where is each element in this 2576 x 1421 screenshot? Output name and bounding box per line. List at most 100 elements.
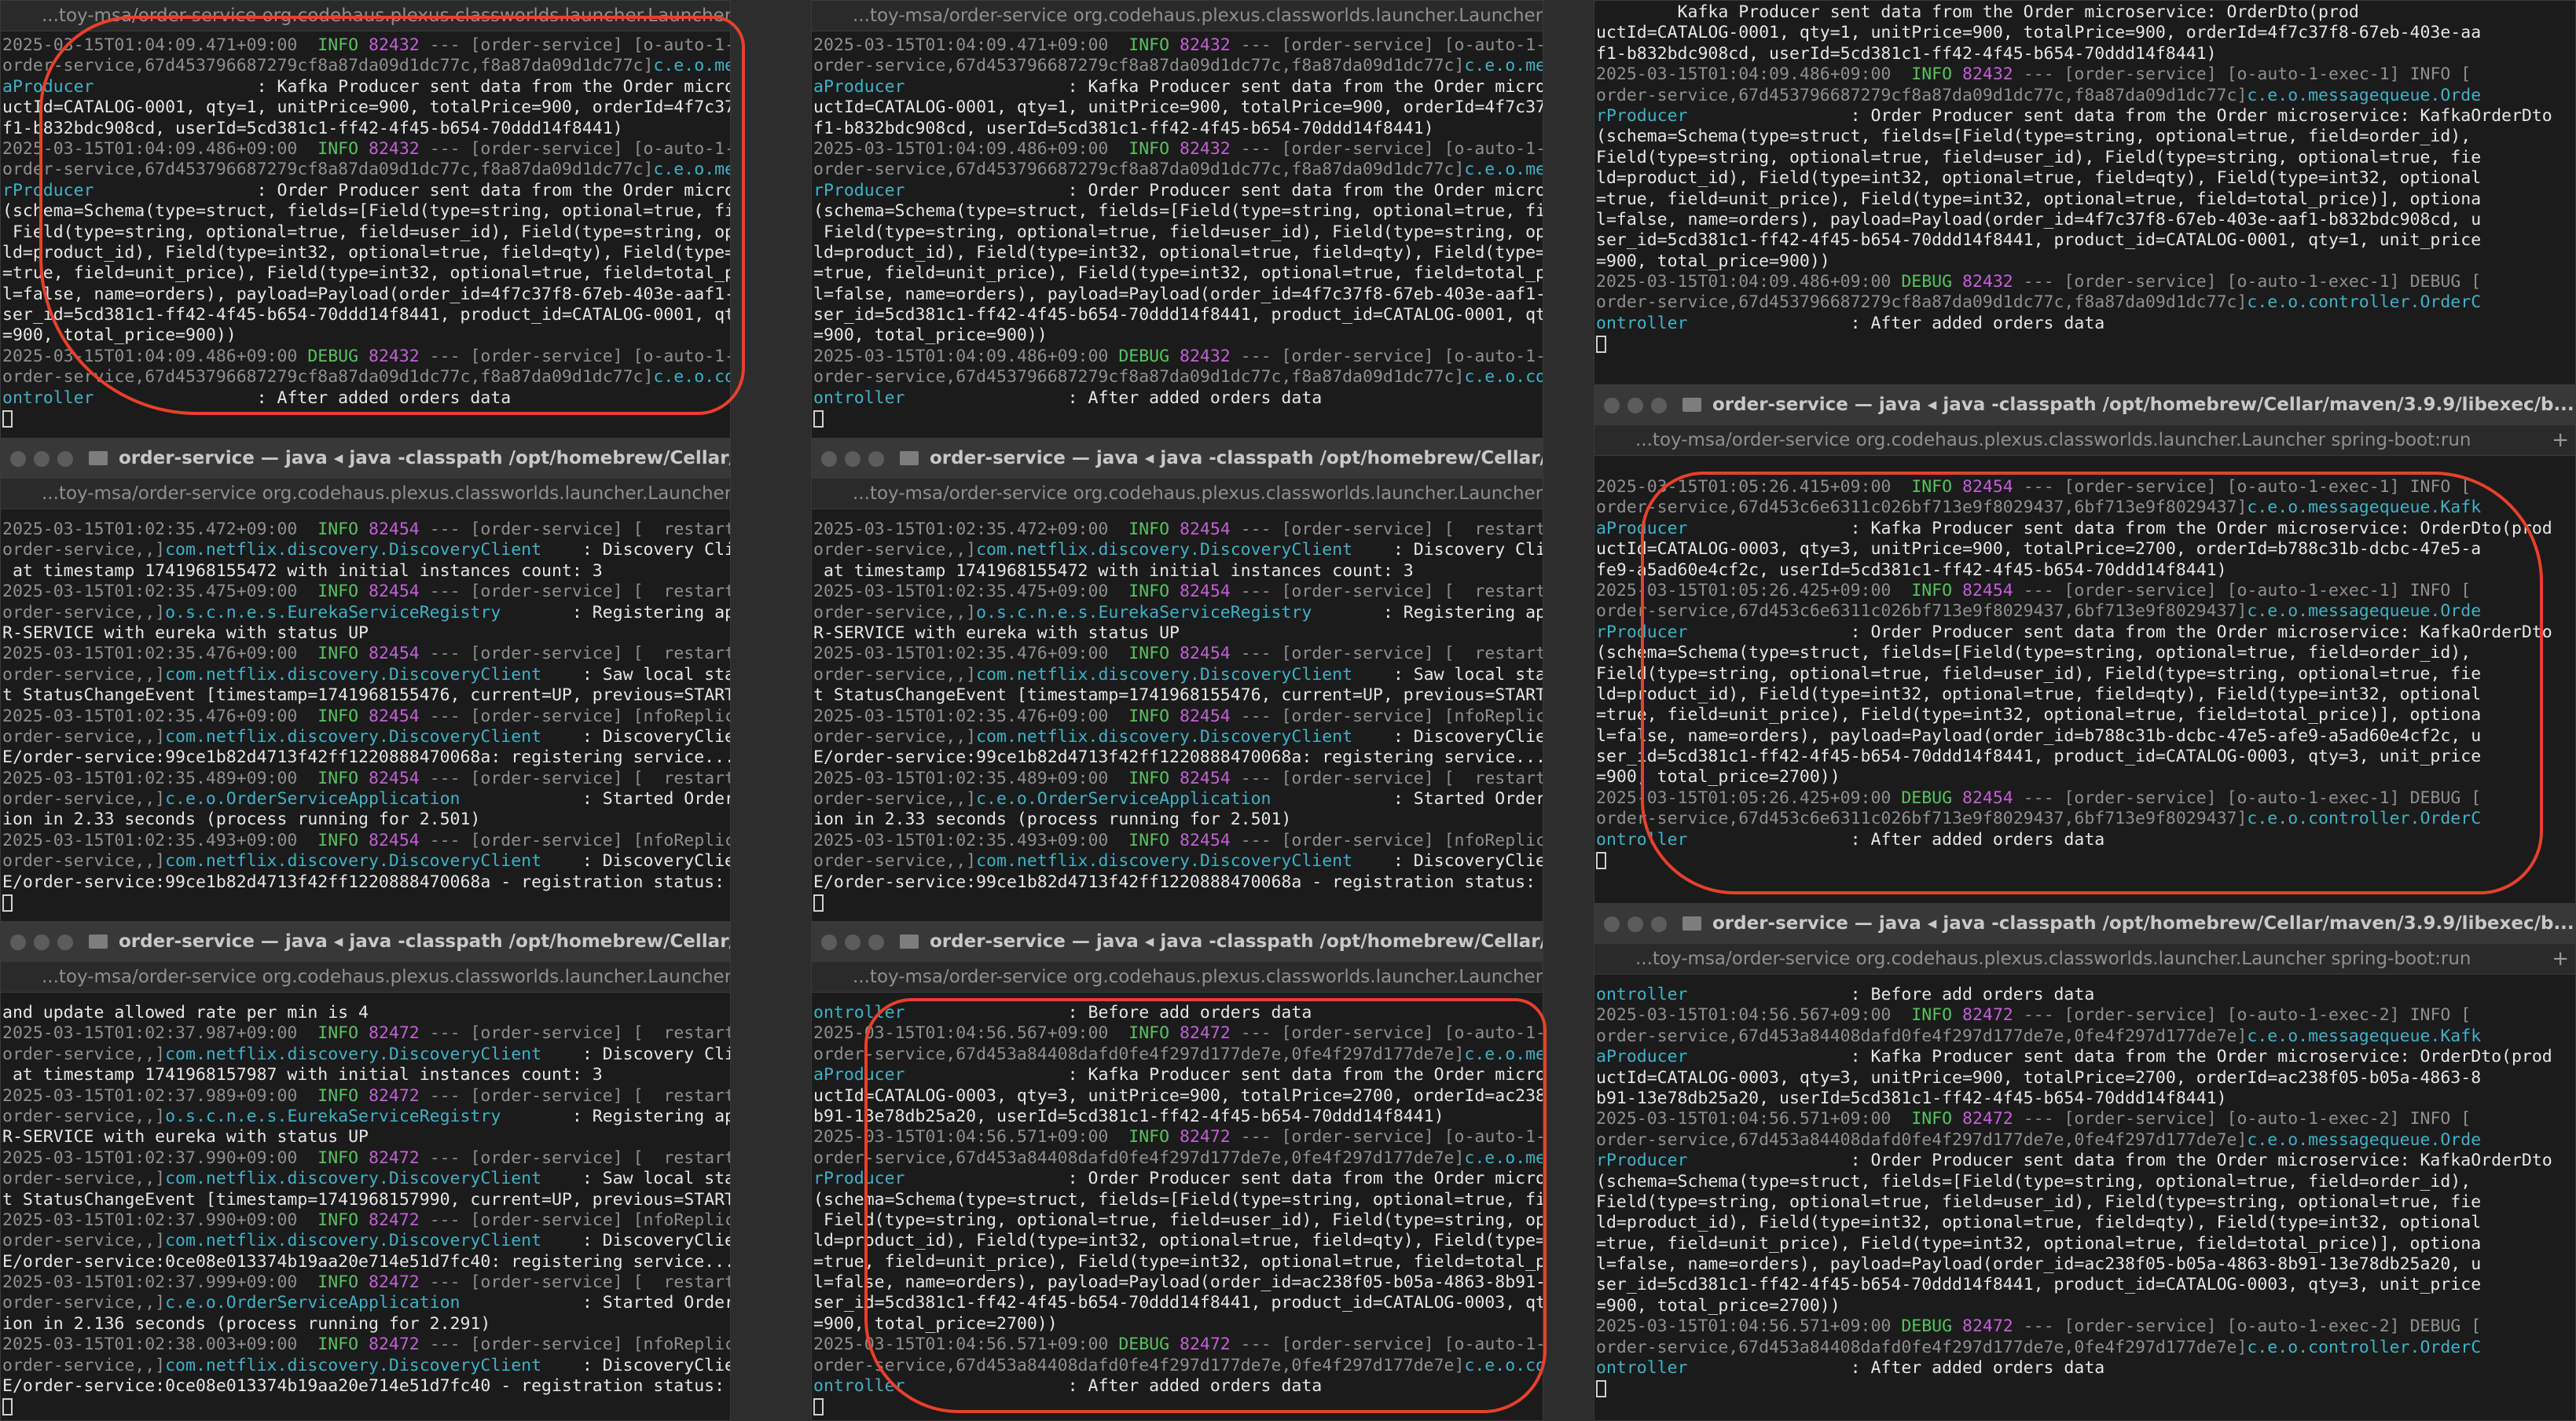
prompt-line[interactable] (1594, 334, 2575, 354)
window-titlebar[interactable]: order-service — java ◂ java -classpath /… (812, 923, 1543, 962)
terminal-window-middle-right[interactable]: order-service — java ◂ java -classpath /… (1594, 385, 2576, 904)
zoom-button[interactable] (57, 934, 73, 950)
log-message: uctId=CATALOG-0003, qty=3, unitPrice=900… (1596, 1067, 2482, 1088)
prompt-line[interactable] (812, 1397, 1543, 1417)
minimize-button[interactable] (34, 451, 50, 467)
log-message: =900, total_price=2700)) (1596, 1295, 1840, 1316)
log-message: fe9-a5ad60e4cf2c, userId=5cd381c1-ff42-4… (1596, 560, 2227, 580)
log-meta: --- [order-service] [ restartedMain] [ (429, 768, 730, 788)
minimize-button[interactable] (845, 451, 861, 467)
new-tab-button[interactable]: + (2552, 428, 2569, 452)
log-pid: 82432 (369, 35, 420, 55)
terminal-tab[interactable]: ...toy-msa/order-service org.codehaus.pl… (812, 962, 1543, 993)
prompt-line[interactable] (812, 893, 1543, 913)
terminal-output[interactable]: 2025-03-15T01:05:26.415+09:00 INFO 82454… (1594, 477, 2575, 903)
prompt-line[interactable] (1594, 850, 2575, 871)
minimize-button[interactable] (1627, 916, 1643, 932)
window-titlebar[interactable]: order-service — java ◂ java -classpath /… (812, 439, 1543, 479)
terminal-output[interactable]: 2025-03-15T01:04:09.471+09:00 INFO 82432… (1, 35, 730, 438)
log-line: order-service,,]com.netflix.discovery.Di… (812, 665, 1543, 685)
prompt-line[interactable] (812, 409, 1543, 429)
close-button[interactable] (821, 934, 837, 950)
terminal-tab[interactable]: ...toy-msa/order-service org.codehaus.pl… (1594, 944, 2575, 975)
zoom-button[interactable] (57, 451, 73, 467)
close-button[interactable] (1604, 398, 1620, 413)
log-line: ontroller : After added orders data (1, 388, 730, 409)
window-titlebar[interactable]: order-service — java ◂ java -classpath /… (1594, 905, 2575, 944)
terminal-window-bottom-right[interactable]: order-service — java ◂ java -classpath /… (1594, 904, 2576, 1421)
log-logger-class: com.netflix.discovery.DiscoveryClient (165, 540, 542, 560)
log-message: uctId=CATALOG-0001, qty=1, unitPrice=900… (2, 97, 730, 118)
log-line: fe9-a5ad60e4cf2c, userId=5cd381c1-ff42-4… (1594, 560, 2575, 581)
log-message: : After added orders data (1687, 829, 2105, 850)
terminal-window-middle-center[interactable]: order-service — java ◂ java -classpath /… (811, 439, 1543, 922)
close-button[interactable] (821, 451, 837, 467)
terminal-window-bottom-center[interactable]: order-service — java ◂ java -classpath /… (811, 922, 1543, 1421)
zoom-button[interactable] (1651, 398, 1667, 413)
terminal-output[interactable]: and update allowed rate per min is 4 2025… (1, 1003, 730, 1420)
log-meta: order-service,,] (2, 789, 166, 810)
log-message: (schema=Schema(type=struct, fields=[Fiel… (813, 201, 1543, 222)
zoom-button[interactable] (868, 451, 884, 467)
log-pid: 82454 (1180, 768, 1231, 788)
terminal-window-bottom-left[interactable]: order-service — java ◂ java -classpath /… (0, 922, 731, 1421)
minimize-button[interactable] (845, 934, 861, 950)
window-titlebar[interactable]: order-service — java ◂ java -classpath /… (1, 439, 730, 479)
terminal-output[interactable]: Kafka Producer sent data from the Order … (1594, 2, 2575, 384)
prompt-line[interactable] (1594, 1379, 2575, 1399)
log-logger-class: c.e.o.controller.OrderC (1464, 1355, 1543, 1375)
log-meta: --- [order-service] [ restartedMain] [ (1240, 520, 1543, 539)
terminal-output[interactable]: 2025-03-15T01:04:09.471+09:00 INFO 82432… (812, 35, 1543, 438)
log-message: ser_id=5cd381c1-ff42-4f45-b654-70ddd14f8… (813, 305, 1543, 325)
zoom-button[interactable] (1651, 916, 1667, 932)
zoom-button[interactable] (868, 934, 884, 950)
close-button[interactable] (10, 934, 26, 950)
log-meta: order-service,,] (2, 1355, 166, 1375)
terminal-window-top-right[interactable]: Kafka Producer sent data from the Order … (1594, 0, 2576, 385)
terminal-tab[interactable]: ...toy-msa/order-service org.codehaus.pl… (1, 479, 730, 509)
log-pid: 82432 (369, 346, 420, 366)
log-message: (schema=Schema(type=struct, fields=[Fiel… (813, 1189, 1543, 1210)
log-line: 2025-03-15T01:02:35.493+09:00 INFO 82454… (812, 831, 1543, 851)
terminal-tab[interactable]: ...toy-msa/order-service org.codehaus.pl… (1, 1, 730, 31)
terminal-window-top-center[interactable]: ...toy-msa/order-service org.codehaus.pl… (811, 0, 1543, 439)
log-message: : Saw local status change even (1393, 664, 1543, 685)
log-pid: 82472 (369, 1210, 420, 1230)
terminal-window-top-left[interactable]: ...toy-msa/order-service org.codehaus.pl… (0, 0, 731, 439)
prompt-line[interactable] (1, 409, 730, 429)
log-line: =900, total_price=900)) (812, 325, 1543, 346)
log-message: E/order-service:0ce08e013374b19aa20e714e… (2, 1251, 730, 1272)
prompt-line[interactable] (1, 893, 730, 913)
close-button[interactable] (1604, 916, 1620, 932)
terminal-tab[interactable]: ...toy-msa/order-service org.codehaus.pl… (812, 1, 1543, 31)
terminal-output[interactable]: ontroller : Before add orders data 2025-0… (1594, 985, 2575, 1420)
log-line: order-service,,]com.netflix.discovery.Di… (1, 727, 730, 747)
minimize-button[interactable] (34, 934, 50, 950)
log-level-info: INFO (317, 1147, 369, 1168)
prompt-line[interactable] (1, 1397, 730, 1417)
log-level-info: INFO (1128, 35, 1180, 55)
log-logger-class: c.e.o.messagequeue.Orde (1464, 1147, 1543, 1168)
window-titlebar[interactable]: order-service — java ◂ java -classpath /… (1, 923, 730, 962)
terminal-tab[interactable]: ...toy-msa/order-service org.codehaus.pl… (1, 962, 730, 993)
log-line: Field(type=string, optional=true, field=… (1594, 1192, 2575, 1213)
log-meta: --- [order-service] [ restartedMain] [ (429, 1085, 730, 1106)
close-button[interactable] (10, 451, 26, 467)
log-line: E/order-service:99ce1b82d4713f42ff122088… (1, 872, 730, 893)
log-message: l=false, name=orders), payload=Payload(o… (813, 284, 1543, 304)
log-message: uctId=CATALOG-0001, qty=1, unitPrice=900… (813, 97, 1543, 118)
minimize-button[interactable] (1627, 398, 1643, 413)
log-level-info: INFO (317, 1272, 369, 1293)
terminal-tab[interactable]: ...toy-msa/order-service org.codehaus.pl… (812, 479, 1543, 509)
new-tab-button[interactable]: + (2552, 947, 2569, 971)
terminal-output[interactable]: 2025-03-15T01:02:35.472+09:00 INFO 82454… (1, 520, 730, 921)
window-titlebar[interactable]: order-service — java ◂ java -classpath /… (1594, 386, 2575, 425)
terminal-output[interactable]: ontroller : Before add orders data 2025-0… (812, 1003, 1543, 1420)
log-level-info: INFO (1911, 580, 1963, 600)
terminal-output[interactable]: 2025-03-15T01:02:35.472+09:00 INFO 82454… (812, 520, 1543, 921)
log-line: order-service,67d453c6e6311c026bf713e9f8… (1594, 601, 2575, 622)
log-logger-class: c.e.o.controller.OrderC (653, 367, 730, 387)
terminal-window-middle-left[interactable]: order-service — java ◂ java -classpath /… (0, 439, 731, 922)
terminal-tab[interactable]: ...toy-msa/order-service org.codehaus.pl… (1594, 425, 2575, 456)
log-message: ion in 2.33 seconds (process running for… (2, 810, 481, 830)
